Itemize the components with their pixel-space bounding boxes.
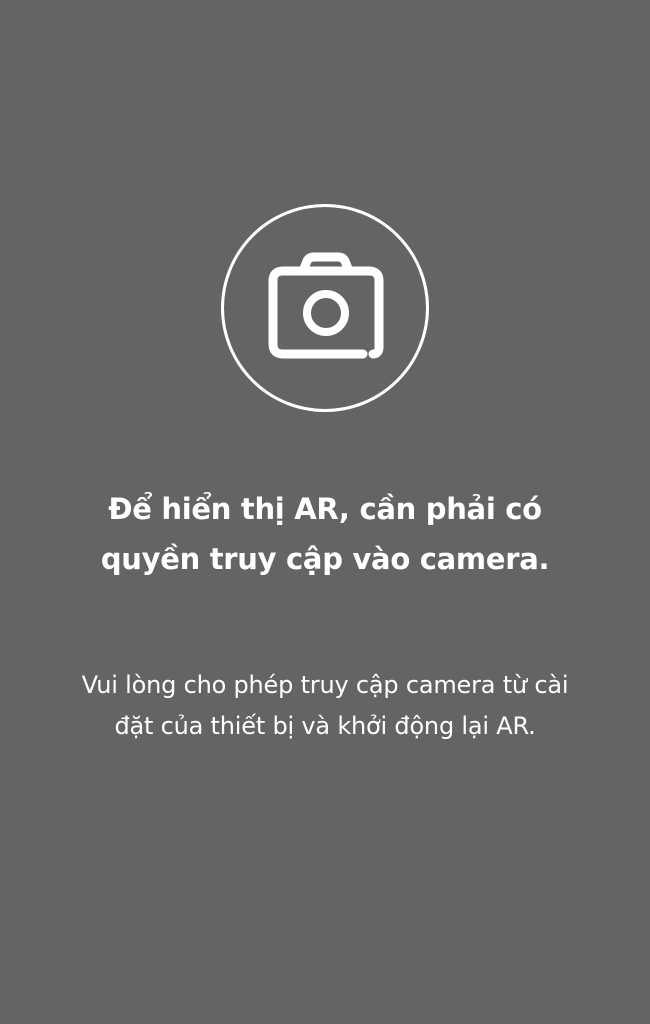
camera-icon-circle	[221, 204, 429, 412]
permission-title: Để hiển thị AR, cần phải có quyền truy c…	[100, 492, 550, 576]
permission-message: Vui lòng cho phép truy cập camera từ cài…	[81, 671, 569, 740]
camera-permission-screen: Để hiển thị AR, cần phải có quyền truy c…	[0, 0, 650, 1024]
camera-icon	[268, 252, 384, 359]
